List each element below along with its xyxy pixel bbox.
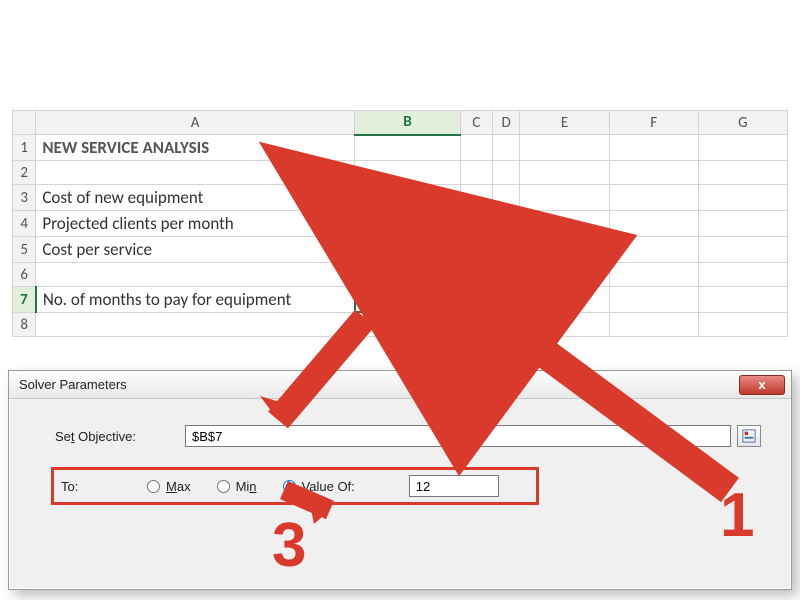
radio-max[interactable]: [147, 480, 160, 493]
cell-B7-formula[interactable]: =B3/(B4*B5): [354, 287, 460, 313]
row-header-4[interactable]: 4: [13, 211, 36, 237]
row-header-5[interactable]: 5: [13, 237, 36, 263]
close-button[interactable]: x: [739, 375, 785, 395]
row-header-7[interactable]: 7: [13, 287, 36, 313]
col-header-E[interactable]: E: [520, 111, 609, 135]
corner-cell[interactable]: [13, 111, 36, 135]
radio-value-of[interactable]: [283, 480, 296, 493]
col-header-D[interactable]: D: [492, 111, 520, 135]
value-of-input[interactable]: [409, 475, 499, 497]
col-header-C[interactable]: C: [460, 111, 492, 135]
spreadsheet[interactable]: A B C D E F G 1 NEW SERVICE ANALYSIS 2 3…: [12, 110, 788, 337]
option-value-of-label: Value Of:: [302, 479, 355, 494]
cell-B4[interactable]: 50: [354, 211, 460, 237]
cell-A4[interactable]: Projected clients per month: [36, 211, 354, 237]
dialog-title: Solver Parameters: [19, 377, 127, 392]
option-max[interactable]: Max: [147, 479, 191, 494]
col-header-A[interactable]: A: [36, 111, 354, 135]
row-header-3[interactable]: 3: [13, 185, 36, 211]
row-2: 2: [13, 161, 788, 185]
column-header-row: A B C D E F G: [13, 111, 788, 135]
close-icon: x: [758, 377, 765, 392]
row-6: 6: [13, 263, 788, 287]
cell-A3[interactable]: Cost of new equipment: [36, 185, 354, 211]
row-header-1[interactable]: 1: [13, 135, 36, 161]
option-max-label: Max: [166, 479, 191, 494]
row-header-6[interactable]: 6: [13, 263, 36, 287]
col-header-F[interactable]: F: [609, 111, 698, 135]
row-8: 8: [13, 313, 788, 337]
cell-C7[interactable]: =: [460, 287, 492, 313]
solver-parameters-dialog: Solver Parameters x Set Objective: To:: [8, 370, 792, 590]
range-picker-button[interactable]: [737, 425, 761, 447]
row-header-2[interactable]: 2: [13, 161, 36, 185]
row-3: 3 Cost of new equipment $40,000: [13, 185, 788, 211]
col-header-B[interactable]: B: [354, 111, 460, 135]
row-4: 4 Projected clients per month 50: [13, 211, 788, 237]
cell-B3[interactable]: $40,000: [354, 185, 460, 211]
cell-A1[interactable]: NEW SERVICE ANALYSIS: [36, 135, 354, 161]
set-objective-input[interactable]: [185, 425, 731, 447]
cell-B1[interactable]: [354, 135, 460, 161]
option-value-of[interactable]: Value Of:: [283, 479, 355, 494]
option-min-label: Min: [236, 479, 257, 494]
row-header-8[interactable]: 8: [13, 313, 36, 337]
cell-A5[interactable]: Cost per service: [36, 237, 354, 263]
row-1: 1 NEW SERVICE ANALYSIS: [13, 135, 788, 161]
to-label: To:: [61, 479, 121, 494]
cell-B5[interactable]: $1.00: [354, 237, 460, 263]
set-objective-label: Set Objective:: [55, 429, 185, 444]
cell-D7[interactable]: 12: [492, 287, 520, 313]
cell-A7[interactable]: No. of months to pay for equipment: [36, 287, 354, 313]
dialog-titlebar[interactable]: Solver Parameters x: [9, 371, 791, 399]
row-7: 7 No. of months to pay for equipment =B3…: [13, 287, 788, 313]
col-header-G[interactable]: G: [698, 111, 787, 135]
range-picker-icon: [742, 429, 756, 443]
radio-min[interactable]: [217, 480, 230, 493]
option-min[interactable]: Min: [217, 479, 257, 494]
row-5: 5 Cost per service $1.00: [13, 237, 788, 263]
